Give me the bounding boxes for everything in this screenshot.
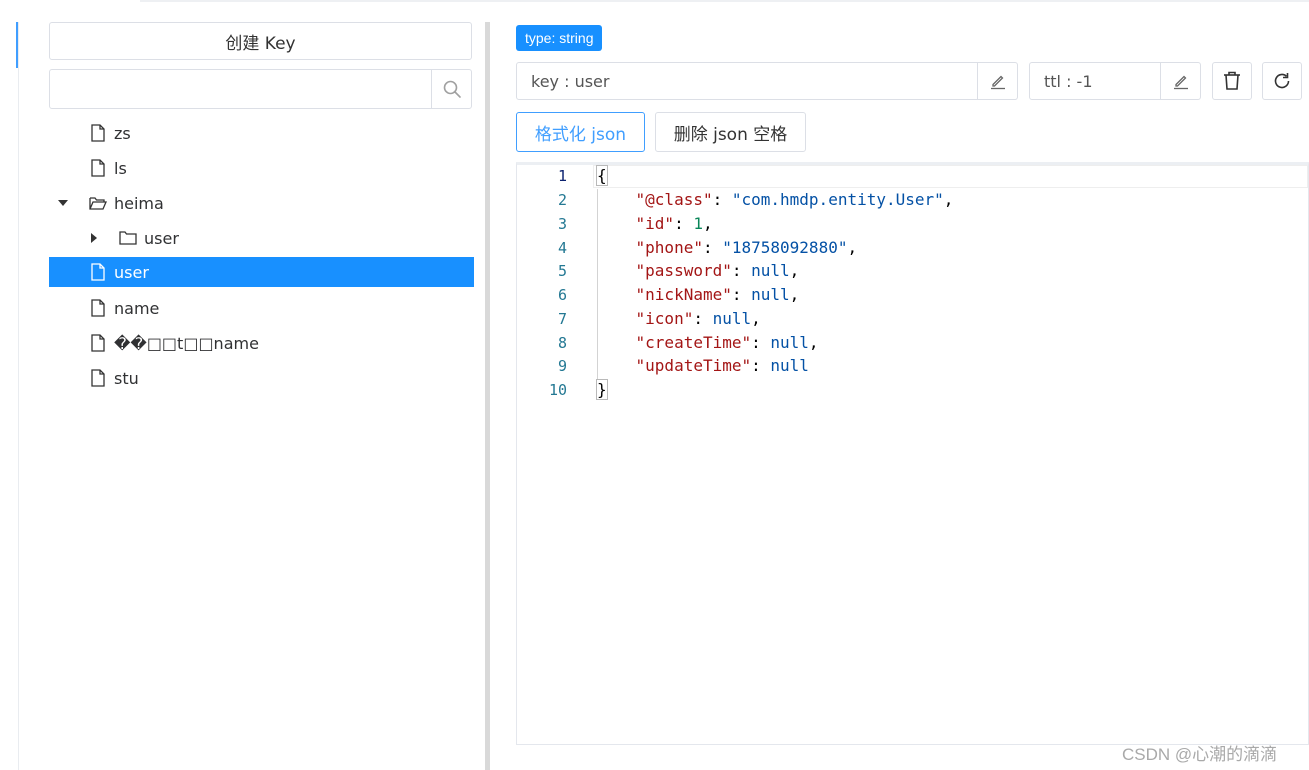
edit-key-button[interactable] [977, 63, 1017, 99]
tree-item-label: zs [114, 123, 131, 143]
delete-key-button[interactable] [1212, 62, 1252, 100]
tree-item-label: user [114, 262, 149, 282]
tree-item-label: name [114, 298, 160, 318]
tree-item-heima[interactable]: heima [49, 188, 474, 218]
line-number: 6 [557, 286, 567, 304]
refresh-button[interactable] [1262, 62, 1302, 100]
type-badge: type: string [516, 25, 603, 51]
pane-resize-handle[interactable] [485, 22, 490, 770]
search-input[interactable] [50, 70, 431, 108]
tree-item-stu[interactable]: stu [49, 363, 474, 393]
file-icon [91, 159, 105, 177]
code-line[interactable]: "icon": null, [597, 309, 761, 328]
code-editor[interactable]: 1 2 3 4 5 6 7 8 9 10 { "@class": "com.hm… [516, 162, 1309, 745]
tree-item-user-selected[interactable]: user [49, 257, 474, 287]
file-icon [91, 124, 105, 142]
file-icon [91, 299, 105, 317]
create-key-button[interactable]: 创建 Key [49, 22, 472, 60]
tree-item-label: stu [114, 368, 139, 388]
code-line[interactable]: { [596, 165, 608, 186]
current-line-highlight [593, 165, 1308, 188]
line-number-gutter: 1 2 3 4 5 6 7 8 9 10 [517, 165, 567, 744]
line-number: 2 [557, 191, 567, 209]
edit-pencil-icon [990, 75, 1005, 90]
line-number: 9 [557, 357, 567, 375]
file-icon [91, 369, 105, 387]
tree-item-label: user [144, 228, 179, 248]
tree-item-name[interactable]: name [49, 293, 474, 323]
tree-item-zs[interactable]: zs [49, 118, 474, 148]
search-icon [443, 80, 461, 98]
left-border [18, 22, 19, 770]
edit-ttl-button[interactable] [1160, 63, 1200, 99]
watermark: CSDN @心潮的滴滴 [1122, 745, 1278, 764]
code-line[interactable]: "createTime": null, [597, 333, 819, 352]
top-border [140, 0, 1309, 2]
line-number: 8 [557, 334, 567, 352]
code-line[interactable]: "id": 1, [597, 214, 713, 233]
line-number: 7 [557, 310, 567, 328]
search-button[interactable] [431, 70, 471, 108]
line-number: 1 [557, 167, 567, 185]
tree-item-ls[interactable]: ls [49, 153, 474, 183]
code-line[interactable]: "@class": "com.hmdp.entity.User", [597, 190, 954, 209]
code-line[interactable]: } [596, 379, 608, 400]
tree-item-garbled-name[interactable]: ��□□t□□name [49, 328, 474, 358]
tree-item-label: ls [114, 158, 127, 178]
code-line[interactable]: "updateTime": null [597, 356, 809, 375]
folder-open-icon [89, 197, 107, 210]
file-icon [91, 334, 105, 352]
caret-right-icon[interactable] [89, 233, 99, 243]
remove-json-spaces-button[interactable]: 删除 json 空格 [655, 112, 806, 152]
code-line[interactable]: "password": null, [597, 261, 800, 280]
folder-icon [119, 231, 137, 245]
edit-pencil-icon [1173, 75, 1188, 90]
trash-icon [1224, 71, 1240, 90]
tree-item-label: ��□□t□□name [114, 333, 259, 353]
tree-item-label: heima [114, 193, 164, 213]
line-number: 3 [557, 215, 567, 233]
format-json-button[interactable]: 格式化 json [516, 112, 645, 152]
refresh-icon [1274, 73, 1290, 89]
tree-item-user-folder[interactable]: user [49, 223, 474, 253]
file-icon [91, 263, 105, 281]
line-number: 10 [548, 381, 567, 399]
key-value[interactable]: key : user [517, 63, 977, 99]
code-line[interactable]: "phone": "18758092880", [597, 238, 858, 257]
key-field: key : user [516, 62, 1018, 100]
caret-down-icon[interactable] [58, 198, 68, 208]
ttl-value[interactable]: ttl : -1 [1030, 63, 1160, 99]
ttl-field: ttl : -1 [1029, 62, 1201, 100]
line-number: 4 [557, 239, 567, 257]
search-box [49, 69, 472, 109]
line-number: 5 [557, 262, 567, 280]
code-line[interactable]: "nickName": null, [597, 285, 800, 304]
